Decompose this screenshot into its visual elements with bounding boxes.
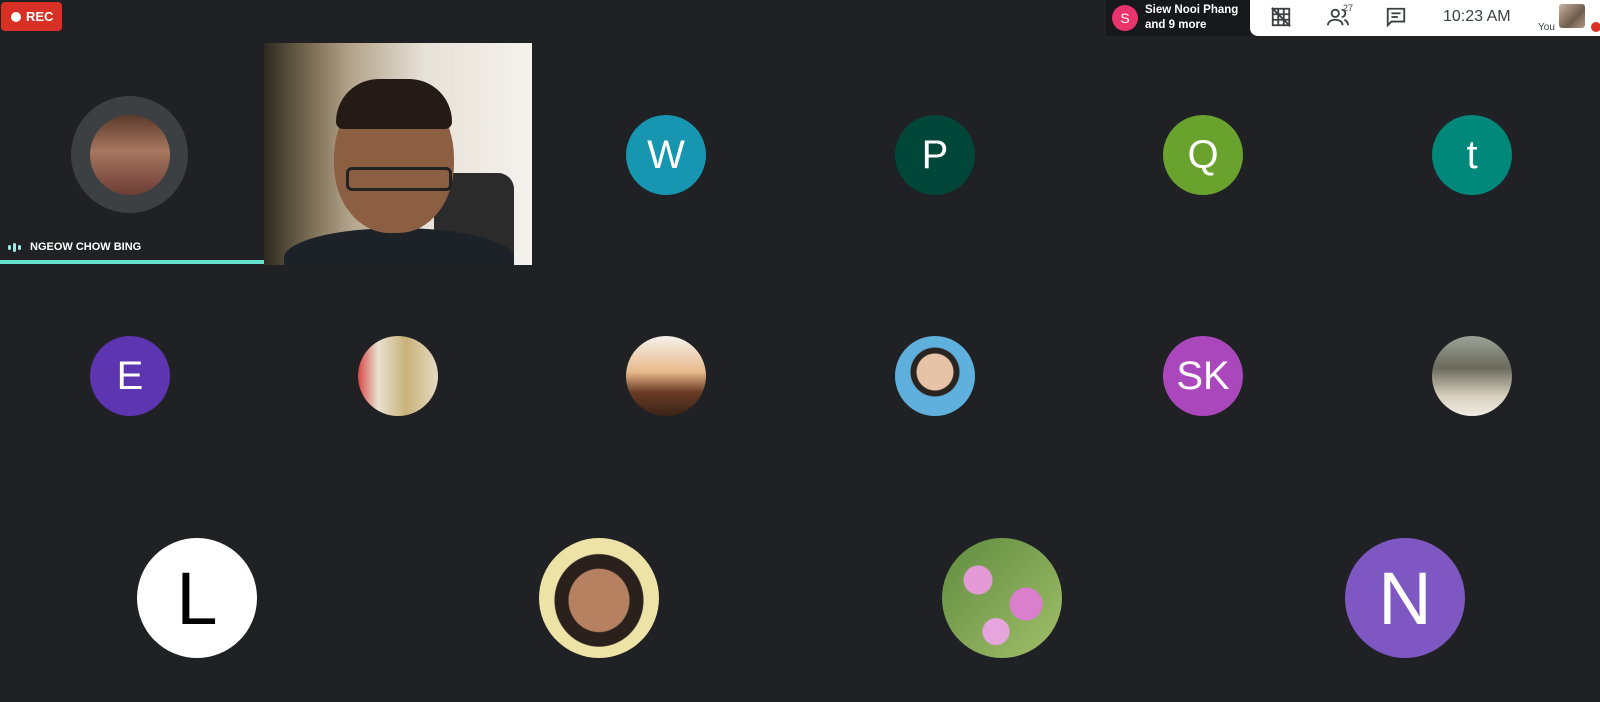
speaking-indicator — [0, 260, 264, 264]
meeting-controls: 27 10:23 AM — [1250, 0, 1535, 36]
presenter-name: Siew Nooi Phang — [1145, 4, 1239, 16]
presenting-participants[interactable]: S Siew Nooi Phang and 9 more — [1106, 0, 1250, 36]
meeting-clock: 10:23 AM — [1443, 8, 1511, 25]
participants-count: 27 — [1343, 3, 1354, 13]
recording-indicator: REC — [1, 2, 62, 31]
audio-wave-icon — [8, 242, 21, 252]
participant-avatar[interactable]: L — [137, 538, 257, 658]
video-hair — [336, 79, 452, 129]
participant-photo[interactable] — [539, 538, 659, 658]
participant-avatar[interactable]: P — [895, 115, 975, 195]
participant-avatar[interactable]: Q — [1163, 115, 1243, 195]
speaker-avatar — [90, 115, 170, 195]
speaker-name-bar: NGEOW CHOW BING — [0, 236, 264, 258]
participant-photo[interactable] — [895, 336, 975, 416]
participants-button[interactable]: 27 — [1327, 3, 1367, 30]
top-bar: REC S Siew Nooi Phang and 9 more 27 10:2… — [0, 0, 1600, 42]
participant-avatar[interactable]: N — [1345, 538, 1465, 658]
participant-photo[interactable] — [942, 538, 1062, 658]
no-grid-icon[interactable] — [1270, 6, 1296, 30]
self-avatar — [1559, 4, 1585, 28]
participant-video[interactable] — [264, 43, 532, 265]
video-glasses — [346, 167, 452, 191]
participant-avatar[interactable]: E — [90, 336, 170, 416]
presenter-more: and 9 more — [1145, 19, 1207, 31]
participant-avatar[interactable]: t — [1432, 115, 1512, 195]
chat-icon[interactable] — [1385, 6, 1411, 30]
participant-photo[interactable] — [626, 336, 706, 416]
participant-photo[interactable] — [1432, 336, 1512, 416]
participant-avatar[interactable]: W — [626, 115, 706, 195]
active-speaker-tile[interactable]: NGEOW CHOW BING — [0, 43, 264, 265]
participant-avatar[interactable]: SK — [1163, 336, 1243, 416]
recording-label: REC — [26, 9, 54, 24]
presenter-avatar: S — [1112, 5, 1138, 31]
speaker-name: NGEOW CHOW BING — [30, 241, 142, 253]
you-label: You — [1538, 22, 1555, 33]
self-view[interactable]: You — [1535, 0, 1600, 36]
mic-off-icon — [1591, 22, 1600, 32]
participant-photo[interactable] — [358, 336, 438, 416]
record-dot-icon — [11, 11, 21, 22]
